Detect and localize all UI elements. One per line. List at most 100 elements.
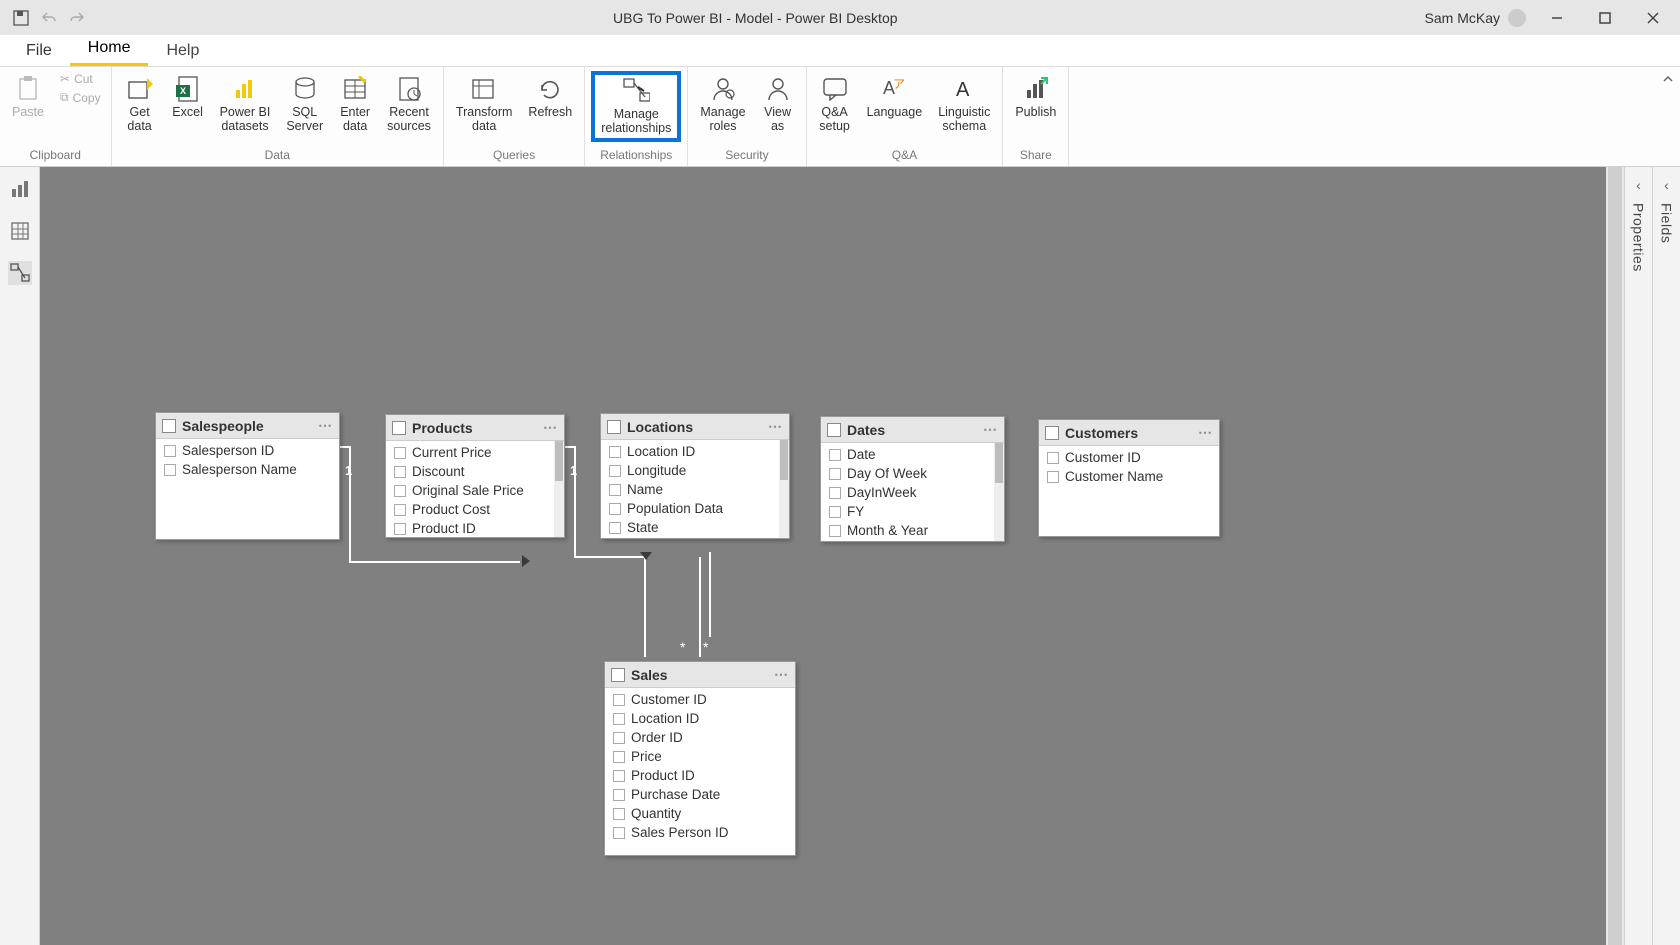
report-view-button[interactable] (8, 177, 32, 201)
maximize-button[interactable] (1588, 6, 1622, 30)
canvas-scrollbar[interactable] (1606, 167, 1624, 945)
field-icon (613, 694, 625, 706)
ribbon-group-data: Get data X Excel Power BI datasets SQL S… (112, 67, 444, 166)
field-row[interactable]: Salesperson Name (156, 460, 339, 479)
table-icon (607, 420, 621, 434)
field-row[interactable]: Day Of Week (821, 464, 1004, 483)
user-account[interactable]: Sam McKay (1425, 9, 1526, 27)
cut-button[interactable]: ✂ Cut (56, 71, 105, 87)
field-row[interactable]: Purchase Date (605, 785, 795, 804)
qa-setup-button[interactable]: Q&A setup (813, 71, 857, 138)
field-row[interactable]: Population Data (601, 499, 789, 518)
data-view-button[interactable] (8, 219, 32, 243)
save-icon[interactable] (12, 9, 30, 27)
field-row[interactable]: Location ID (605, 709, 795, 728)
copy-icon: ⧉ (60, 90, 69, 105)
tab-help[interactable]: Help (148, 36, 217, 66)
field-row[interactable]: Longitude (601, 461, 789, 480)
field-icon (609, 522, 621, 534)
table-menu-button[interactable]: ⋯ (768, 418, 783, 435)
copy-button[interactable]: ⧉ Copy (56, 89, 105, 106)
publish-icon (1022, 75, 1050, 103)
table-menu-button[interactable]: ⋯ (543, 419, 558, 436)
field-row[interactable]: Customer ID (605, 690, 795, 709)
field-row[interactable]: Customer Name (1039, 467, 1219, 486)
paste-button[interactable]: Paste (6, 71, 50, 123)
field-row[interactable]: Price (605, 747, 795, 766)
field-row[interactable]: DayInWeek (821, 483, 1004, 502)
paste-icon (14, 75, 42, 103)
view-switch-bar (0, 167, 40, 945)
recent-sources-button[interactable]: Recent sources (381, 71, 437, 138)
field-row[interactable]: Name (601, 480, 789, 499)
field-row[interactable]: State (601, 518, 789, 537)
linguistic-schema-button[interactable]: A Linguistic schema (932, 71, 996, 138)
field-row[interactable]: Date (821, 445, 1004, 464)
enter-data-button[interactable]: Enter data (333, 71, 377, 138)
table-customers[interactable]: Customers⋯ Customer ID Customer Name (1038, 419, 1220, 537)
cardinality-many: * (703, 639, 708, 655)
qa-setup-icon (821, 75, 849, 103)
field-row[interactable]: Product ID (386, 519, 564, 537)
table-scrollbar[interactable] (554, 441, 564, 537)
table-scrollbar[interactable] (779, 440, 789, 538)
table-scrollbar[interactable] (994, 443, 1004, 541)
table-salespeople[interactable]: Salespeople⋯ Salesperson ID Salesperson … (155, 412, 340, 540)
redo-icon[interactable] (68, 9, 86, 27)
table-dates[interactable]: Dates⋯ Date Day Of Week DayInWeek FY Mon… (820, 416, 1005, 542)
field-icon (613, 770, 625, 782)
field-row[interactable]: Month & Year (821, 521, 1004, 540)
field-row[interactable]: FY (821, 502, 1004, 521)
tab-home[interactable]: Home (70, 33, 149, 66)
field-row[interactable]: Location ID (601, 442, 789, 461)
model-view-button[interactable] (8, 261, 32, 285)
table-locations[interactable]: Locations⋯ Location ID Longitude Name Po… (600, 413, 790, 539)
field-row[interactable]: Customer ID (1039, 448, 1219, 467)
chevron-left-icon: ‹ (1664, 177, 1669, 193)
table-sales[interactable]: Sales⋯ Customer ID Location ID Order ID … (604, 661, 796, 856)
view-as-button[interactable]: View as (756, 71, 800, 138)
table-menu-button[interactable]: ⋯ (983, 421, 998, 438)
group-label-queries: Queries (493, 148, 535, 164)
table-products[interactable]: Products⋯ Current Price Discount Origina… (385, 414, 565, 538)
refresh-icon (536, 75, 564, 103)
model-canvas[interactable]: 1 1 * * Salespeople⋯ Salesperson ID Sale… (40, 167, 1624, 945)
close-button[interactable] (1636, 6, 1670, 30)
table-menu-button[interactable]: ⋯ (1198, 424, 1213, 441)
group-label-qa: Q&A (892, 148, 917, 164)
field-row[interactable]: Sales Person ID (605, 823, 795, 842)
transform-data-button[interactable]: Transform data (450, 71, 519, 138)
minimize-button[interactable] (1540, 6, 1574, 30)
field-icon (613, 732, 625, 744)
ribbon-group-relationships: Manage relationships Relationships (585, 67, 688, 166)
table-menu-button[interactable]: ⋯ (318, 417, 333, 434)
group-label-share: Share (1020, 148, 1052, 164)
manage-relationships-button[interactable]: Manage relationships (591, 71, 681, 142)
properties-pane-collapsed[interactable]: ‹ Properties (1624, 167, 1652, 945)
tab-file[interactable]: File (8, 36, 70, 66)
field-row[interactable]: Original Sale Price (386, 481, 564, 500)
field-row[interactable]: Product Cost (386, 500, 564, 519)
get-data-button[interactable]: Get data (118, 71, 162, 138)
refresh-button[interactable]: Refresh (522, 71, 578, 123)
field-row[interactable]: Product ID (605, 766, 795, 785)
publish-button[interactable]: Publish (1009, 71, 1062, 123)
field-row[interactable]: Salesperson ID (156, 441, 339, 460)
pbi-datasets-button[interactable]: Power BI datasets (214, 71, 277, 138)
language-button[interactable]: Aア Language (861, 71, 929, 123)
field-row[interactable]: Order ID (605, 728, 795, 747)
fields-pane-collapsed[interactable]: ‹ Fields (1652, 167, 1680, 945)
field-row[interactable]: Quantity (605, 804, 795, 823)
manage-roles-button[interactable]: Manage roles (694, 71, 751, 138)
field-icon (394, 466, 406, 478)
excel-button[interactable]: X Excel (166, 71, 210, 123)
table-menu-button[interactable]: ⋯ (774, 666, 789, 683)
field-row[interactable]: State Code (601, 537, 789, 538)
field-row[interactable]: Discount (386, 462, 564, 481)
field-row[interactable]: Current Price (386, 443, 564, 462)
field-icon (613, 751, 625, 763)
sql-server-button[interactable]: SQL Server (280, 71, 329, 138)
field-icon (609, 446, 621, 458)
ribbon-collapse-button[interactable] (1656, 67, 1680, 166)
undo-icon[interactable] (40, 9, 58, 27)
